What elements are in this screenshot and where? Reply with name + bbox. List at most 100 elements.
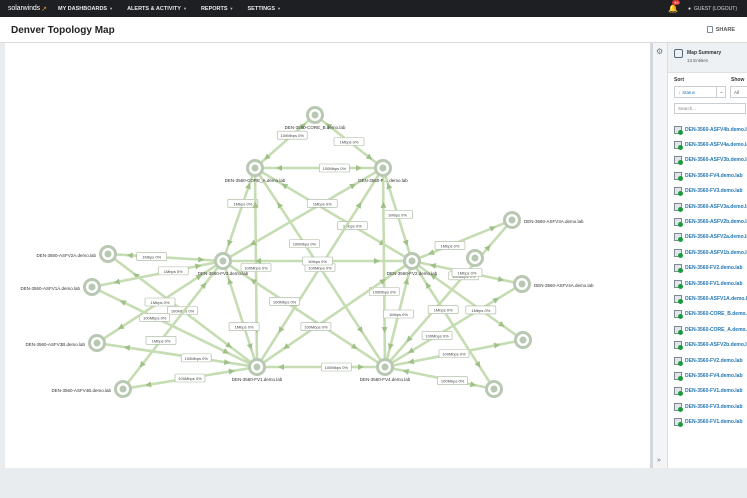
list-item[interactable]: DEN-3560-ASFV3b.demo.lab [668,153,747,168]
node-link[interactable]: DEN-3560-FV3.demo.lab [685,404,743,410]
node-status-icon [674,310,683,320]
topology-node[interactable]: DEN-3560-ASFV2A.demo.lab [36,245,117,263]
node-link[interactable]: DEN-3560-ASFV2b.demo.lab [685,219,747,225]
list-item[interactable]: DEN-3560-ASFV1A.demo.lab [668,291,747,306]
node-link[interactable]: DEN-3560-FV2.demo.lab [685,358,743,364]
node-link[interactable]: DEN-3560-ASFV3a.demo.lab [685,204,747,210]
node-label: DEN-3560-ASFV2A.demo.lab [36,253,96,258]
link-label: 1Mbps 0% [382,210,413,219]
topology-map[interactable]: 100Mbps 0% 1Mbps 0% 100Mbps 0% 1Mbps 0% 100M… [5,43,650,468]
node-link[interactable]: DEN-3560-FV3.demo.lab [685,188,743,194]
node-link[interactable]: DEN-3560-FV4.demo.lab [685,173,743,179]
node-label: DEN-3560-CORE_A.demo.lab [225,178,286,183]
link-label-text: 100Mbps 0% [442,352,466,357]
list-item[interactable]: DEN-3560-FV1.demo.lab [668,414,747,429]
node-link[interactable]: DEN-3560-FV4.demo.lab [685,373,743,379]
list-item[interactable]: DEN-3560-ASFV1b.demo.lab [668,245,747,260]
node-link[interactable]: DEN-3560-ASFV4b.demo.lab [685,127,747,133]
node-link[interactable]: DEN-3560-ASFV3b.demo.lab [685,157,747,163]
double-chevron-right-icon[interactable]: » [657,457,661,464]
list-item[interactable]: DEN-3560-ASFV4b.demo.lab [668,122,747,137]
chevron-down-icon[interactable]: ⌄ [716,86,726,98]
list-item[interactable]: DEN-3560-CORE_B.demo.lab [668,307,747,322]
node-core [119,385,127,393]
list-item[interactable]: DEN-3560-FV2.demo.lab [668,261,747,276]
list-item[interactable]: DEN-3560-FV4.demo.lab [668,168,747,183]
page-footer [0,468,747,498]
link-arrow [357,364,364,370]
link-label-text: 100Mbps 0% [308,266,332,271]
node-status-icon [674,341,683,351]
caret-down-icon: ▼ [109,6,114,11]
list-item[interactable]: DEN-3560-FV2.demo.lab [668,353,747,368]
list-item[interactable]: DEN-3560-ASFV2a.demo.lab [668,230,747,245]
node-link[interactable]: DEN-3560-ASFV1b.demo.lab [685,250,747,256]
link-label: 1Mbps 0% [144,297,176,307]
topology-node[interactable]: DEN-3560-ASFV4A.demo.lab [513,275,595,293]
node-link[interactable]: DEN-3560-ASFV2b.demo.lab [685,342,747,348]
link-label-text: 1Mbps 0% [308,259,327,264]
node-link[interactable]: DEN-3560-CORE_A.demo.lab [685,327,747,333]
topology-node[interactable]: DEN-3560-CORE_B.demo.lab [285,106,346,131]
topology-node[interactable]: DEN-3560-ASFV4B.demo.lab [51,380,132,398]
link-label-text: 100Mbps 0% [244,266,268,271]
list-item[interactable]: DEN-3560-FV3.demo.lab [668,399,747,414]
link-label: 1Mbps 0% [451,268,483,277]
bell-icon[interactable]: 🔔 99 [668,0,681,13]
topology-node[interactable] [466,249,484,267]
list-item[interactable]: DEN-3560-FV1.demo.lab [668,384,747,399]
link-line [381,166,387,369]
gear-icon[interactable]: ⚙ [656,47,663,56]
list-item[interactable]: DEN-3560-FV4.demo.lab [668,368,747,383]
list-item[interactable]: DEN-3560-FV1.demo.lab [668,276,747,291]
solarwinds-logo[interactable]: solarwinds ↗ [0,5,52,13]
node-link[interactable]: DEN-3560-ASFV1A.demo.lab [685,296,747,302]
entity-count: 13 Entities [687,58,709,63]
node-link[interactable]: DEN-3560-ASFV4a.demo.lab [685,142,747,148]
search-input[interactable]: Search... [674,103,746,114]
topology-node[interactable]: DEN-3560-ASFV3A.demo.lab [503,211,585,229]
node-status-icon [674,141,683,151]
node-status-icon [674,325,683,335]
list-item[interactable]: DEN-3560-ASFV2b.demo.lab [668,214,747,229]
topology-node[interactable]: DEN-3560-CORE_A.demo.lab [225,159,286,184]
node-link[interactable]: DEN-3560-CORE_B.demo.lab [685,311,747,317]
link-line [221,259,387,369]
caret-down-icon: ▼ [182,6,187,11]
node-label: DEN-3560-ASFV3A.demo.lab [524,219,584,224]
topology-node[interactable]: DEN-3560-ASFV3B.demo.lab [25,334,106,352]
share-button[interactable]: SHARE [706,26,735,33]
link-label-text: 100Mbps 0% [304,325,328,330]
link-line [221,259,259,369]
nav-alerts-activity[interactable]: ALERTS & ACTIVITY ▼ [127,6,187,12]
user-menu[interactable]: ● GUEST (LOGOUT) [688,6,737,12]
list-item[interactable]: DEN-3560-FV3.demo.lab [668,184,747,199]
node-link[interactable]: DEN-3560-FV2.demo.lab [685,265,743,271]
nav-label: ALERTS & ACTIVITY [127,5,181,12]
topology-node[interactable] [514,331,532,349]
map-summary-icon [674,49,683,58]
link-arrow [355,165,362,171]
list-item[interactable]: DEN-3560-ASFV3a.demo.lab [668,199,747,214]
topology-node[interactable]: DEN-3560-ASFV1A.demo.lab [20,278,101,296]
nav-settings[interactable]: SETTINGS ▼ [248,6,281,12]
node-link[interactable]: DEN-3560-FV1.demo.lab [685,388,743,394]
show-select[interactable]: All [730,86,747,98]
link-label-text: 100Mbps 0% [185,356,209,361]
side-rail: ⚙ » [653,43,668,468]
link-label-text: 100Mbps 0% [323,166,347,171]
list-item[interactable]: DEN-3560-ASFV4a.demo.lab [668,137,747,152]
node-link[interactable]: DEN-3560-FV1.demo.lab [685,419,743,425]
nav-my-dashboards[interactable]: MY DASHBOARDS ▼ [58,6,113,12]
link-label-text: 1Mbps 0% [235,325,254,330]
node-label: DEN-3560-FV3.demo.lab [198,271,249,276]
node-link[interactable]: DEN-3560-FV1.demo.lab [685,281,743,287]
topology-node[interactable] [485,380,503,398]
nav-reports[interactable]: REPORTS ▼ [201,6,234,12]
node-core [219,257,227,265]
list-item[interactable]: DEN-3560-ASFV2b.demo.lab [668,337,747,352]
list-item[interactable]: DEN-3560-CORE_A.demo.lab [668,322,747,337]
node-link[interactable]: DEN-3560-ASFV2a.demo.lab [685,234,747,240]
topology-map-canvas[interactable]: 100Mbps 0% 1Mbps 0% 100Mbps 0% 1Mbps 0% 100M… [5,43,650,468]
topology-node[interactable]: DEN-3560-F… demo.lab [358,159,408,184]
